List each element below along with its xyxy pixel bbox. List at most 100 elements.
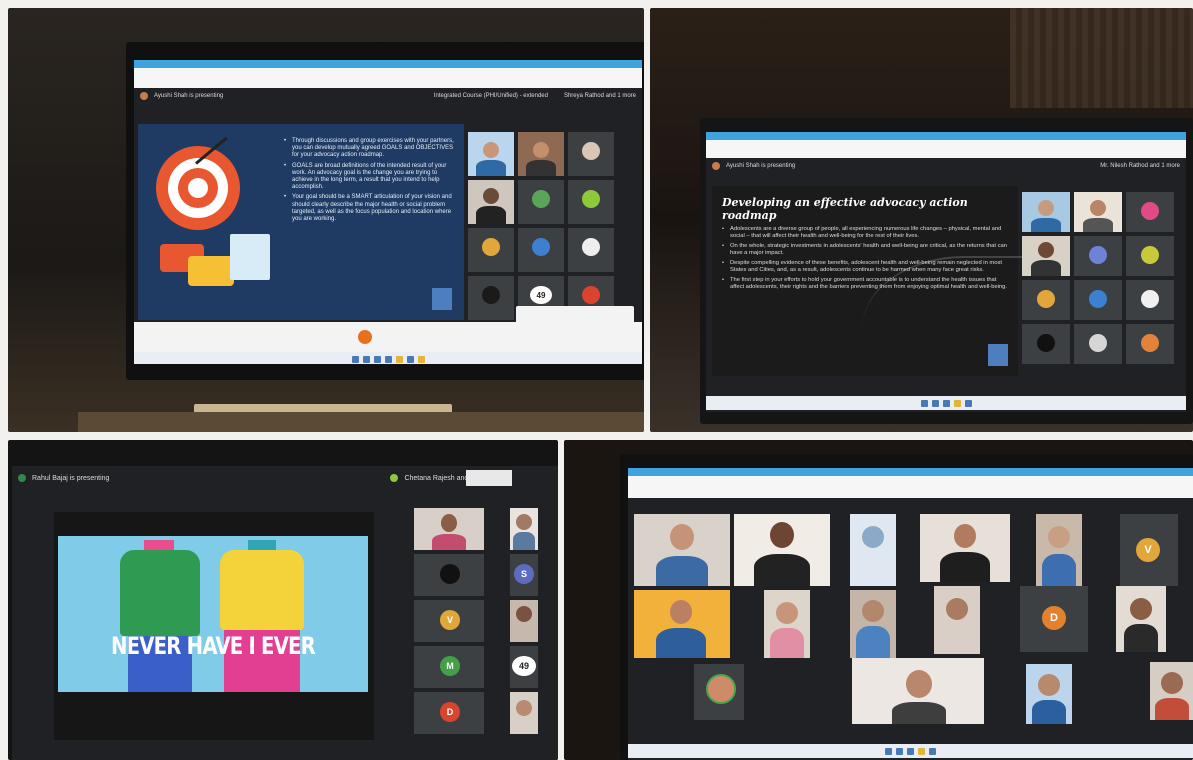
participant-tile-video[interactable] bbox=[1022, 192, 1070, 232]
screen-2: Ayushi Shah is presenting Mr. Nilesh Rat… bbox=[706, 132, 1186, 412]
windows-taskbar bbox=[134, 352, 642, 364]
folder-icon[interactable] bbox=[953, 399, 961, 407]
start-icon[interactable] bbox=[885, 747, 892, 755]
browser-icon[interactable] bbox=[942, 399, 950, 407]
participant-tile[interactable] bbox=[468, 276, 514, 320]
participant-tile[interactable] bbox=[1126, 192, 1174, 232]
participant-tile[interactable] bbox=[468, 228, 514, 272]
start-icon[interactable] bbox=[920, 399, 928, 407]
chat-bubble-icon-2 bbox=[188, 256, 234, 286]
participant-tile-video[interactable] bbox=[1074, 192, 1122, 232]
screen-1: Ayushi Shah is presenting Integrated Cou… bbox=[134, 60, 642, 364]
participant-count-tile[interactable]: 49 bbox=[510, 646, 538, 688]
participant-tile-video[interactable] bbox=[1026, 664, 1072, 724]
participant-tile[interactable] bbox=[568, 180, 614, 224]
leave-call-icon[interactable] bbox=[358, 330, 372, 344]
search-icon[interactable] bbox=[896, 747, 903, 755]
presenter-avatar bbox=[140, 92, 148, 100]
participant-tile[interactable] bbox=[518, 180, 564, 224]
app-icon[interactable] bbox=[417, 355, 425, 363]
presenter-thumb bbox=[988, 344, 1008, 366]
target-icon bbox=[156, 136, 240, 230]
folder-icon[interactable] bbox=[918, 747, 925, 755]
wall-pattern bbox=[1010, 8, 1193, 108]
participant-tile-video[interactable] bbox=[1150, 662, 1193, 720]
participant-tile-video[interactable] bbox=[734, 514, 830, 586]
bullet-3: Your goal should be a SMART articulation… bbox=[284, 194, 456, 223]
participant-tile-video[interactable] bbox=[850, 514, 896, 586]
participant-tile[interactable] bbox=[518, 228, 564, 272]
search-icon[interactable] bbox=[931, 399, 939, 407]
avatar-letter: D bbox=[440, 702, 460, 722]
app-icon[interactable] bbox=[929, 747, 936, 755]
taskview-icon[interactable] bbox=[373, 355, 381, 363]
avatar-letter: V bbox=[440, 610, 460, 630]
slide-title: NEVER HAVE I EVER bbox=[110, 632, 316, 660]
search-icon[interactable] bbox=[362, 355, 370, 363]
participant-tile-video[interactable] bbox=[510, 600, 538, 642]
participant-tile-video[interactable] bbox=[518, 132, 564, 176]
browser-top-bar bbox=[628, 468, 1193, 476]
participant-tile-video[interactable] bbox=[1022, 236, 1070, 276]
avatar-letter: M bbox=[440, 656, 460, 676]
participant-tile-video[interactable] bbox=[1116, 586, 1166, 652]
app-icon[interactable] bbox=[406, 355, 414, 363]
bullet-2: GOALS are broad definitions of the inten… bbox=[284, 163, 456, 192]
participant-tile-video[interactable] bbox=[414, 508, 484, 550]
participant-tile[interactable]: V bbox=[414, 600, 484, 642]
participant-tile-video[interactable] bbox=[510, 692, 538, 734]
avatar-letter: D bbox=[1042, 606, 1066, 630]
participant-tile-video[interactable] bbox=[1036, 514, 1082, 586]
participant-tile[interactable] bbox=[1074, 324, 1122, 364]
windows-taskbar bbox=[706, 396, 1186, 410]
participant-tile[interactable] bbox=[414, 554, 484, 596]
participant-tile-video[interactable] bbox=[468, 180, 514, 224]
presentation-slide: NEVER HAVE I EVER bbox=[58, 536, 368, 692]
presenting-text: Ayushi Shah is presenting bbox=[154, 93, 224, 99]
browser-icon[interactable] bbox=[907, 747, 914, 755]
participant-tile-video[interactable] bbox=[694, 664, 744, 720]
participant-tile[interactable] bbox=[1126, 280, 1174, 320]
browser-tab-bar bbox=[134, 68, 642, 88]
presenting-text: Ayushi Shah is presenting bbox=[726, 163, 796, 169]
participant-tile[interactable]: M bbox=[414, 646, 484, 688]
participant-tile[interactable] bbox=[1126, 324, 1174, 364]
browser-tab-bar bbox=[706, 140, 1186, 158]
participant-tile-video[interactable] bbox=[634, 514, 730, 586]
participant-tile-video[interactable] bbox=[852, 658, 984, 724]
participant-tile[interactable] bbox=[568, 228, 614, 272]
participant-tile-video[interactable] bbox=[468, 132, 514, 176]
bullet-1: Adolescents are a diverse group of peopl… bbox=[722, 226, 1012, 240]
bullet-4: The first step in your efforts to hold y… bbox=[722, 277, 1012, 291]
desk-surface bbox=[78, 412, 644, 432]
meet-header: Ayushi Shah is presenting Mr. Nilesh Rat… bbox=[706, 158, 1186, 174]
participant-tile[interactable] bbox=[1074, 236, 1122, 276]
participant-tile[interactable]: S bbox=[510, 554, 538, 596]
participant-tile[interactable] bbox=[1074, 280, 1122, 320]
participant-tile[interactable]: V bbox=[1120, 514, 1178, 586]
participant-tile-video[interactable] bbox=[510, 508, 538, 550]
chart-icon bbox=[230, 234, 270, 280]
slide-bullets: Through discussions and group exercises … bbox=[284, 138, 456, 226]
participant-tile-video[interactable] bbox=[764, 590, 810, 658]
photo-bottom-left: Rahul Bajaj is presenting Chetana Rajesh… bbox=[8, 440, 558, 760]
slide-title: Developing an effective advocacy action … bbox=[722, 196, 968, 222]
participant-tile[interactable]: D bbox=[1020, 586, 1088, 652]
participant-tile-video[interactable] bbox=[634, 590, 730, 658]
participant-tile[interactable]: D bbox=[414, 692, 484, 734]
participant-tile[interactable] bbox=[1022, 280, 1070, 320]
app-icon[interactable] bbox=[964, 399, 972, 407]
browser-icon[interactable] bbox=[384, 355, 392, 363]
presentation-slide: Through discussions and group exercises … bbox=[138, 124, 464, 320]
participant-tile-video[interactable] bbox=[920, 514, 1010, 582]
presenter-thumb bbox=[432, 288, 452, 310]
start-icon[interactable] bbox=[351, 355, 359, 363]
participant-tile-video[interactable] bbox=[850, 590, 896, 658]
participant-tile[interactable] bbox=[1022, 324, 1070, 364]
participant-tile-video[interactable] bbox=[934, 586, 980, 654]
participant-tile[interactable] bbox=[1126, 236, 1174, 276]
participant-tile[interactable] bbox=[568, 132, 614, 176]
folder-icon[interactable] bbox=[395, 355, 403, 363]
browser-top-bar bbox=[706, 132, 1186, 140]
meeting-name: Integrated Course (PHI/Unified) - extend… bbox=[433, 93, 548, 99]
